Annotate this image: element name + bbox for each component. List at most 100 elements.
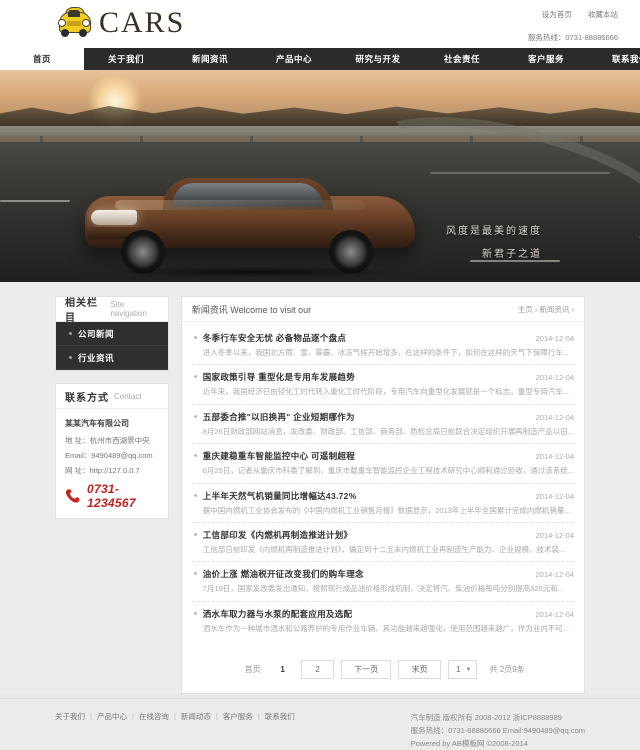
contact-company: 某某汽车有限公司 bbox=[65, 419, 129, 428]
nav-item-news[interactable]: 新闻资讯 bbox=[168, 48, 252, 70]
news-list-item[interactable]: 重庆建稳重车智能监控中心 可遥制超程 2014-12-04 6月25日，记者从重… bbox=[191, 444, 574, 484]
site-logo[interactable]: CARS bbox=[55, 6, 185, 40]
pagination-page-select-value: 1 bbox=[456, 665, 461, 674]
contact-body: 某某汽车有限公司 地 址：杭州市西湖景中央 Email：9490489@qq.c… bbox=[56, 409, 168, 518]
news-title-en: Welcome to visit our bbox=[230, 304, 312, 315]
news-item-title[interactable]: 五部委合推"以旧换再" 企业短期哪作为 bbox=[192, 411, 355, 423]
nav-item-home[interactable]: 首页 bbox=[0, 48, 84, 70]
contact-header: 联系方式 Contact bbox=[56, 384, 168, 409]
news-header: 新闻资讯 Welcome to visit our 主页 › 新闻资讯 › bbox=[181, 297, 584, 322]
news-item-desc: 8月26日财政部网站消息，发改委、财政部、工信部、商务部、质检总局日前联合决定组… bbox=[202, 426, 574, 436]
news-item-title[interactable]: 冬季行车安全无忧 必备物品逐个盘点 bbox=[192, 332, 346, 344]
news-list-item[interactable]: 洒水车取力器与水泵的配套应用及选配 2014-12-04 洒水车作为一种城市洒水… bbox=[192, 602, 574, 640]
news-list-item[interactable]: 工信部印发《内燃机再制造推进计划》 2014-12-04 工信部日前印发《内燃机… bbox=[191, 523, 574, 563]
news-item-title[interactable]: 上半年天然气机销量同比增幅达43.72% bbox=[192, 490, 357, 502]
nav-item-products[interactable]: 产品中心 bbox=[252, 48, 336, 70]
news-item-title[interactable]: 重庆建稳重车智能监控中心 可遥制超程 bbox=[192, 450, 355, 462]
pagination-info: 共 2页9条 bbox=[489, 665, 525, 674]
pagination-page-2[interactable]: 2 bbox=[301, 660, 335, 679]
page-root: CARS 设为首页 收藏本站 服务热线：0731-88886666 首页 关于我… bbox=[0, 0, 640, 750]
news-item-title[interactable]: 洒水车取力器与水泵的配套应用及选配 bbox=[192, 608, 353, 620]
footer-contact: 服务热线：0731-88886666 Email:9490489@qq.com bbox=[410, 726, 585, 736]
logo-text: CARS bbox=[99, 6, 186, 39]
news-item-date: 2014-12-04 bbox=[535, 491, 574, 501]
contact-panel: 联系方式 Contact 某某汽车有限公司 地 址：杭州市西湖景中央 Email… bbox=[55, 383, 169, 519]
news-item-title[interactable]: 国家政策引导 重型化是专用车发展趋势 bbox=[192, 371, 355, 383]
news-item-title[interactable]: 工信部印发《内燃机再制造推进计划》 bbox=[192, 529, 353, 541]
banner-car-image bbox=[85, 178, 415, 278]
contact-phone-number: 0731-1234567 bbox=[87, 482, 136, 510]
banner-caption: 风度是最美的速度 新君子之道 bbox=[446, 222, 542, 260]
news-list-item[interactable]: 国家政策引导 重型化是专用车发展趋势 2014-12-04 近年来，我国经济已由… bbox=[191, 365, 574, 405]
breadcrumb: 主页 › 新闻资讯 › bbox=[517, 304, 574, 314]
footer-link-products[interactable]: 产品中心 bbox=[97, 712, 127, 721]
news-item-desc: 工信部日前印发《内燃机再制造推进计划》，确定到十二五末内燃机工业再制造生产能力、… bbox=[202, 544, 566, 554]
nav-item-responsibility[interactable]: 社会责任 bbox=[420, 48, 504, 70]
footer-link-consult[interactable]: 在线咨询 bbox=[139, 712, 169, 721]
pagination-first[interactable]: 首页 bbox=[241, 661, 264, 678]
news-item-desc: 6月25日，记者从重庆市科委了解到，重庆市载重车智能监控企业工程技术研究中心顺利… bbox=[202, 466, 574, 476]
site-navigation-header: 相关栏目 Site navigation bbox=[56, 297, 168, 324]
nav-item-research[interactable]: 研究与开发 bbox=[336, 48, 420, 70]
contact-title-cn: 联系方式 bbox=[65, 392, 109, 404]
sidebar-item-industry-news[interactable]: 行业资讯 bbox=[56, 346, 168, 370]
news-item-desc: 近年来，我国经济已由轻化工时代转入重化工时代阶段，专用汽车向重型化发展就是一个标… bbox=[202, 387, 569, 397]
contact-address: 地 址：杭州市西湖景中央 bbox=[65, 436, 150, 445]
pagination: 首页 1 2 下一页 末页 1 ▼ 共 2页9条 bbox=[182, 648, 584, 693]
sidebar-item-company-news[interactable]: 公司新闻 bbox=[56, 322, 168, 346]
main-navigation: 首页 关于我们 新闻资讯 产品中心 研究与开发 社会责任 客户服务 联系我们 bbox=[0, 48, 640, 70]
header-utility-links: 设为首页 收藏本站 bbox=[528, 9, 618, 20]
news-item-date: 2014-12-04 bbox=[535, 530, 574, 540]
news-item-date: 2014-12-04 bbox=[535, 373, 574, 383]
footer-info: 汽车制造 版权所有 2008-2012 浙ICP8888989 服务热线：073… bbox=[411, 711, 585, 750]
site-footer: 关于我们 | 产品中心 | 在线咨询 | 新闻动态 | 客户服务 | 联系我们 汽车制造 版权所有 … bbox=[0, 698, 640, 750]
news-item-title[interactable]: 油价上涨 燃油税开征改变我们的购车理念 bbox=[192, 568, 364, 580]
nav-item-about[interactable]: 关于我们 bbox=[84, 48, 168, 70]
header-utility: 设为首页 收藏本站 服务热线：0731-88886666 bbox=[528, 9, 618, 43]
nav-item-contact[interactable]: 联系我们 bbox=[588, 48, 640, 70]
car-icon bbox=[55, 6, 93, 40]
content-area: 相关栏目 Site navigation 公司新闻 行业资讯 联系方式 Cont… bbox=[0, 282, 640, 694]
news-panel: 新闻资讯 Welcome to visit our 主页 › 新闻资讯 › 冬季… bbox=[180, 296, 585, 694]
news-list-item[interactable]: 油价上涨 燃油税开征改变我们的购车理念 2014-12-04 7月19日，国家发… bbox=[191, 562, 574, 602]
news-list: 冬季行车安全无忧 必备物品逐个盘点 2014-12-04 进入冬季以来，我国北方… bbox=[182, 322, 584, 648]
contact-title-en: Contact bbox=[114, 391, 142, 401]
news-item-desc: 据中国内燃机工业协会发布的《中国内燃机工业销售月报》数据显示，2013年上半年全… bbox=[202, 505, 571, 515]
news-list-item[interactable]: 冬季行车安全无忧 必备物品逐个盘点 2014-12-04 进入冬季以来，我国北方… bbox=[191, 326, 574, 366]
footer-link-service[interactable]: 客户服务 bbox=[223, 712, 253, 721]
news-item-date: 2014-12-04 bbox=[535, 452, 574, 462]
hero-banner[interactable]: 风度是最美的速度 新君子之道 bbox=[0, 70, 640, 282]
footer-link-contact[interactable]: 联系我们 bbox=[265, 712, 295, 721]
contact-phone-row: 0731-1234567 bbox=[65, 482, 159, 510]
phone-icon bbox=[65, 488, 83, 504]
nav-item-service[interactable]: 客户服务 bbox=[504, 48, 588, 70]
news-item-date: 2014-12-04 bbox=[535, 412, 574, 422]
banner-caption-line1: 风度是最美的速度 bbox=[446, 226, 542, 237]
banner-caption-line2: 新君子之道 bbox=[482, 249, 542, 260]
site-navigation-title-cn: 相关栏目 bbox=[65, 298, 98, 324]
pagination-last[interactable]: 末页 bbox=[398, 660, 442, 679]
footer-links: 关于我们 | 产品中心 | 在线咨询 | 新闻动态 | 客户服务 | 联系我们 bbox=[55, 712, 295, 721]
news-item-desc: 进入冬季以来，我国北方雨、雪、雾霾、冰冻气候开始增多，在这样的条件下，如何在这样… bbox=[202, 348, 569, 357]
site-header: CARS 设为首页 收藏本站 服务热线：0731-88886666 bbox=[0, 0, 640, 48]
news-list-item[interactable]: 五部委合推"以旧换再" 企业短期哪作为 2014-12-04 8月26日财政部网… bbox=[191, 405, 574, 445]
news-item-date: 2014-12-04 bbox=[535, 334, 574, 343]
news-item-date: 2014-12-04 bbox=[535, 570, 574, 580]
site-navigation-title-en: Site navigation bbox=[110, 300, 147, 318]
site-navigation-list: 公司新闻 行业资讯 bbox=[56, 322, 168, 370]
pagination-page-select[interactable]: 1 ▼ bbox=[448, 660, 477, 679]
set-homepage-link[interactable]: 设为首页 bbox=[542, 10, 572, 19]
header-hotline: 服务热线：0731-88886666 bbox=[527, 33, 618, 42]
pagination-page-1[interactable]: 1 bbox=[271, 661, 294, 678]
footer-copyright: 汽车制造 版权所有 2008-2012 浙ICP8888989 bbox=[410, 713, 562, 722]
bookmark-link[interactable]: 收藏本站 bbox=[588, 10, 618, 19]
footer-link-about[interactable]: 关于我们 bbox=[55, 712, 85, 721]
contact-website[interactable]: 网 址：http://127.0.0.7 bbox=[65, 466, 159, 475]
pagination-next[interactable]: 下一页 bbox=[341, 660, 392, 679]
footer-powered: Powered by AB模板网 ©2008-2014 bbox=[410, 739, 528, 749]
news-list-item[interactable]: 上半年天然气机销量同比增幅达43.72% 2014-12-04 据中国内燃机工业… bbox=[191, 484, 574, 523]
news-title-cn: 新闻资讯 bbox=[191, 304, 228, 315]
sidebar: 相关栏目 Site navigation 公司新闻 行业资讯 联系方式 Cont… bbox=[55, 296, 169, 694]
news-item-desc: 洒水车作为一种城市洒水和公路养护的专用作业车辆，其功能越来越强化，使用范围越来越… bbox=[202, 623, 569, 633]
footer-link-news[interactable]: 新闻动态 bbox=[181, 712, 211, 721]
